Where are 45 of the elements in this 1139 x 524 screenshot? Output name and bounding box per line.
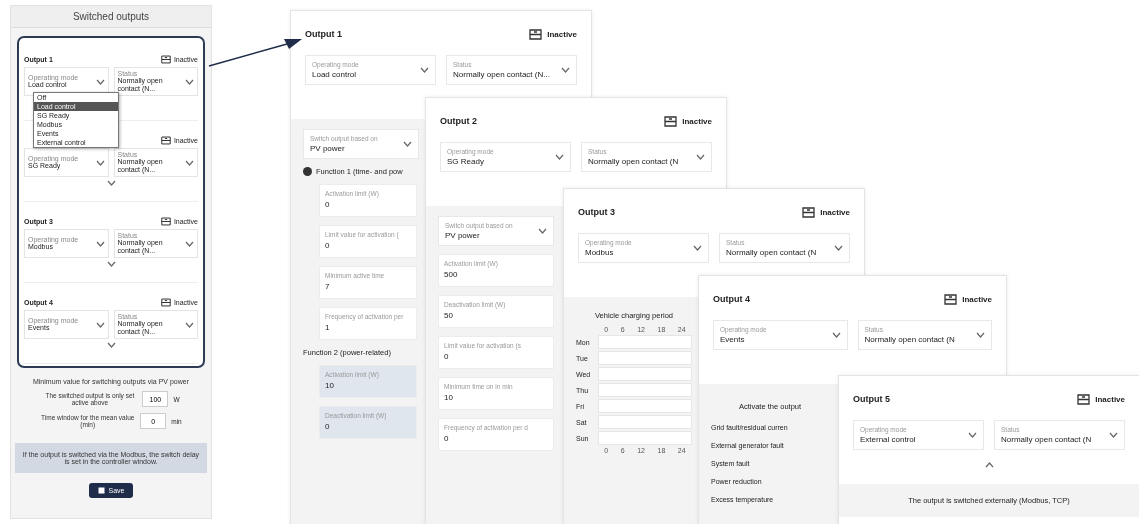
output-title: Output 5 xyxy=(853,394,890,404)
chevron-down-icon[interactable] xyxy=(403,141,412,147)
chevron-down-icon[interactable] xyxy=(95,78,105,85)
chevron-down-icon[interactable] xyxy=(95,240,105,247)
chevron-down-icon[interactable] xyxy=(95,159,105,166)
chevron-down-icon[interactable] xyxy=(538,228,547,234)
chevron-down-icon[interactable] xyxy=(106,260,116,267)
output-box-icon xyxy=(664,115,678,127)
chevron-down-icon[interactable] xyxy=(185,240,194,247)
chevron-down-icon[interactable] xyxy=(185,321,194,328)
output-box-icon xyxy=(529,28,543,40)
chevron-down-icon[interactable] xyxy=(696,154,705,160)
chevron-down-icon[interactable] xyxy=(968,432,977,438)
chevron-down-icon[interactable] xyxy=(106,179,116,186)
chevron-down-icon[interactable] xyxy=(976,332,985,338)
chevron-down-icon[interactable] xyxy=(555,154,564,160)
chevron-up-icon[interactable] xyxy=(984,462,994,468)
info-icon xyxy=(303,167,312,176)
output-title: Output 4 xyxy=(713,294,750,304)
output-box-icon xyxy=(802,206,816,218)
output-box-icon xyxy=(944,293,958,305)
status-label: Inactive xyxy=(547,29,577,39)
chevron-down-icon[interactable] xyxy=(561,67,570,73)
chevron-down-icon[interactable] xyxy=(106,341,116,348)
output-title: Output 3 xyxy=(578,207,615,217)
output-box-icon xyxy=(160,298,171,308)
chevron-down-icon[interactable] xyxy=(831,332,841,338)
status-label: Inactive xyxy=(820,207,850,217)
output-box-icon xyxy=(1077,393,1091,405)
status-label: Inactive xyxy=(962,294,992,304)
chevron-down-icon[interactable] xyxy=(834,245,843,251)
output-box-icon xyxy=(160,217,171,227)
chevron-down-icon[interactable] xyxy=(95,321,105,328)
output-box-icon xyxy=(160,136,171,146)
output-title: Output 1 xyxy=(305,29,342,39)
chevron-down-icon[interactable] xyxy=(420,67,429,73)
status-label: Inactive xyxy=(682,116,712,126)
chevron-down-icon[interactable] xyxy=(185,159,194,166)
output-title: Output 2 xyxy=(440,116,477,126)
output-box-icon xyxy=(160,55,171,65)
chevron-down-icon[interactable] xyxy=(185,78,194,85)
panel-title: Switched outputs xyxy=(11,6,211,28)
chevron-down-icon[interactable] xyxy=(693,245,702,251)
chevron-down-icon[interactable] xyxy=(1109,432,1118,438)
status-label: Inactive xyxy=(1095,394,1125,404)
